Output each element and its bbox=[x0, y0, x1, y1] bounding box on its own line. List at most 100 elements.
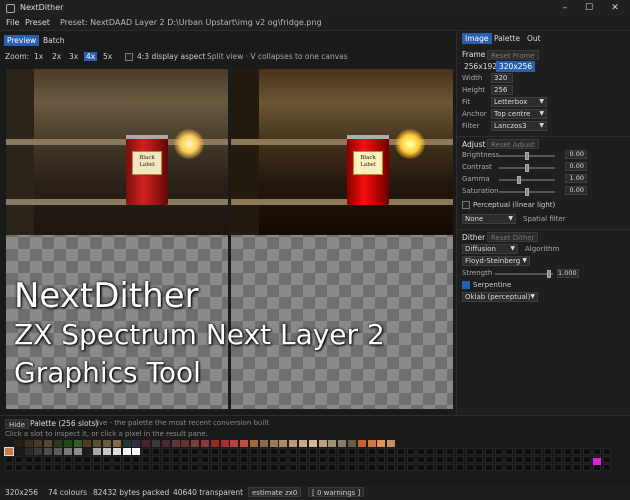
palette-slot-empty[interactable] bbox=[377, 448, 386, 455]
palette-slot-empty[interactable] bbox=[240, 448, 249, 455]
palette-swatch[interactable] bbox=[210, 440, 219, 447]
palette-slot-empty[interactable] bbox=[495, 456, 503, 463]
palette-slot-empty[interactable] bbox=[112, 464, 121, 471]
palette-slot-empty[interactable] bbox=[210, 456, 219, 463]
palette-slot-empty[interactable] bbox=[328, 456, 337, 463]
palette-swatch[interactable] bbox=[357, 440, 366, 447]
zoom-2x[interactable]: 2x bbox=[50, 52, 63, 61]
palette-slot-empty[interactable] bbox=[63, 456, 72, 463]
palette-slot-empty[interactable] bbox=[171, 456, 180, 463]
palette-slot-empty[interactable] bbox=[338, 464, 347, 471]
palette-slot-empty[interactable] bbox=[465, 448, 474, 455]
palette-slot-empty[interactable] bbox=[201, 456, 209, 463]
palette-swatch[interactable] bbox=[63, 448, 72, 455]
palette-slot-empty[interactable] bbox=[553, 464, 562, 471]
palette-slot-empty[interactable] bbox=[122, 456, 131, 463]
palette-slot-empty[interactable] bbox=[573, 448, 582, 455]
palette-swatch[interactable] bbox=[103, 440, 111, 447]
palette-slot-empty[interactable] bbox=[308, 464, 317, 471]
palette-slot-empty[interactable] bbox=[563, 456, 572, 463]
palette-slot-empty[interactable] bbox=[446, 448, 454, 455]
palette-slot-empty[interactable] bbox=[122, 464, 131, 471]
palette-swatch[interactable] bbox=[34, 448, 43, 455]
palette-slot-empty[interactable] bbox=[318, 448, 327, 455]
palette-slot-empty[interactable] bbox=[171, 464, 180, 471]
palette-slot-empty[interactable] bbox=[250, 448, 258, 455]
palette-slot-empty[interactable] bbox=[475, 464, 484, 471]
palette-swatch[interactable] bbox=[279, 440, 288, 447]
palette-swatch[interactable] bbox=[103, 448, 111, 455]
palette-slot-empty[interactable] bbox=[142, 456, 151, 463]
zoom-1x[interactable]: 1x bbox=[32, 52, 45, 61]
palette-swatch[interactable] bbox=[299, 440, 307, 447]
palette-swatch[interactable] bbox=[73, 440, 82, 447]
palette-swatch[interactable] bbox=[250, 440, 258, 447]
palette-slot-empty[interactable] bbox=[142, 464, 151, 471]
palette-swatch[interactable] bbox=[112, 448, 121, 455]
palette-swatch[interactable] bbox=[318, 440, 327, 447]
palette-slot-empty[interactable] bbox=[602, 448, 611, 455]
palette-slot-empty[interactable] bbox=[524, 464, 533, 471]
palette-swatch[interactable] bbox=[5, 440, 13, 447]
palette-slot-empty[interactable] bbox=[83, 456, 92, 463]
palette-slot-empty[interactable] bbox=[54, 464, 62, 471]
palette-slot-empty[interactable] bbox=[201, 448, 209, 455]
palette-slot-empty[interactable] bbox=[220, 464, 229, 471]
palette-slot-empty[interactable] bbox=[563, 448, 572, 455]
palette-slot-empty[interactable] bbox=[367, 448, 376, 455]
palette-slot-empty[interactable] bbox=[44, 456, 53, 463]
palette-swatch[interactable] bbox=[24, 440, 33, 447]
palette-slot-empty[interactable] bbox=[220, 456, 229, 463]
palette-slot-empty[interactable] bbox=[357, 448, 366, 455]
palette-slot-empty[interactable] bbox=[514, 464, 523, 471]
palette-slot-empty[interactable] bbox=[544, 464, 552, 471]
palette-slot-empty[interactable] bbox=[367, 464, 376, 471]
palette-slot-empty[interactable] bbox=[348, 456, 356, 463]
palette-swatch[interactable] bbox=[24, 448, 33, 455]
palette-slot-empty[interactable] bbox=[259, 456, 268, 463]
palette-slot-empty[interactable] bbox=[514, 448, 523, 455]
palette-swatch[interactable] bbox=[328, 440, 337, 447]
palette-slot-empty[interactable] bbox=[593, 448, 601, 455]
palette-slot-empty[interactable] bbox=[465, 464, 474, 471]
palette-swatch[interactable] bbox=[230, 440, 239, 447]
palette-swatch[interactable] bbox=[93, 448, 102, 455]
palette-slot-empty[interactable] bbox=[357, 456, 366, 463]
palette-slot-empty[interactable] bbox=[416, 456, 425, 463]
palette-slot-empty[interactable] bbox=[318, 464, 327, 471]
palette-slot-empty[interactable] bbox=[230, 456, 239, 463]
palette-swatch[interactable] bbox=[240, 440, 249, 447]
palette-slot-empty[interactable] bbox=[534, 448, 543, 455]
palette-slot-empty[interactable] bbox=[397, 464, 405, 471]
palette-slot-empty[interactable] bbox=[240, 456, 249, 463]
palette-swatch[interactable] bbox=[54, 448, 62, 455]
palette-slot-empty[interactable] bbox=[132, 464, 141, 471]
palette-slot-empty[interactable] bbox=[161, 464, 170, 471]
colorspace-select[interactable]: Oklab (perceptual) ▼ bbox=[462, 292, 538, 302]
strength-value[interactable]: 1.000 bbox=[557, 269, 579, 278]
palette-swatch[interactable] bbox=[14, 448, 23, 455]
fit-select[interactable]: Letterbox ▼ bbox=[491, 97, 547, 107]
palette-slot-empty[interactable] bbox=[210, 448, 219, 455]
palette-swatch[interactable] bbox=[161, 440, 170, 447]
palette-slot-empty[interactable] bbox=[289, 456, 298, 463]
palette-slot-empty[interactable] bbox=[161, 448, 170, 455]
palette-slot-empty[interactable] bbox=[544, 448, 552, 455]
palette-slot-empty[interactable] bbox=[250, 464, 258, 471]
palette-slot-empty[interactable] bbox=[406, 456, 415, 463]
palette-slot-empty[interactable] bbox=[544, 456, 552, 463]
palette-swatch[interactable] bbox=[93, 440, 102, 447]
palette-slot-empty[interactable] bbox=[299, 456, 307, 463]
warnings-button[interactable]: [ 0 warnings ] bbox=[308, 487, 365, 497]
palette-slot-empty[interactable] bbox=[289, 448, 298, 455]
palette-slot-empty[interactable] bbox=[328, 464, 337, 471]
palette-swatch[interactable] bbox=[44, 440, 53, 447]
palette-slot-empty[interactable] bbox=[93, 456, 102, 463]
palette-slot-empty[interactable] bbox=[387, 456, 396, 463]
palette-slot-empty[interactable] bbox=[495, 464, 503, 471]
palette-slot-empty[interactable] bbox=[406, 448, 415, 455]
palette-swatch[interactable] bbox=[289, 440, 298, 447]
tab-batch[interactable]: Batch bbox=[40, 35, 68, 46]
palette-slot-empty[interactable] bbox=[485, 448, 494, 455]
kernel-select[interactable]: Floyd-Steinberg ▼ bbox=[462, 256, 530, 266]
